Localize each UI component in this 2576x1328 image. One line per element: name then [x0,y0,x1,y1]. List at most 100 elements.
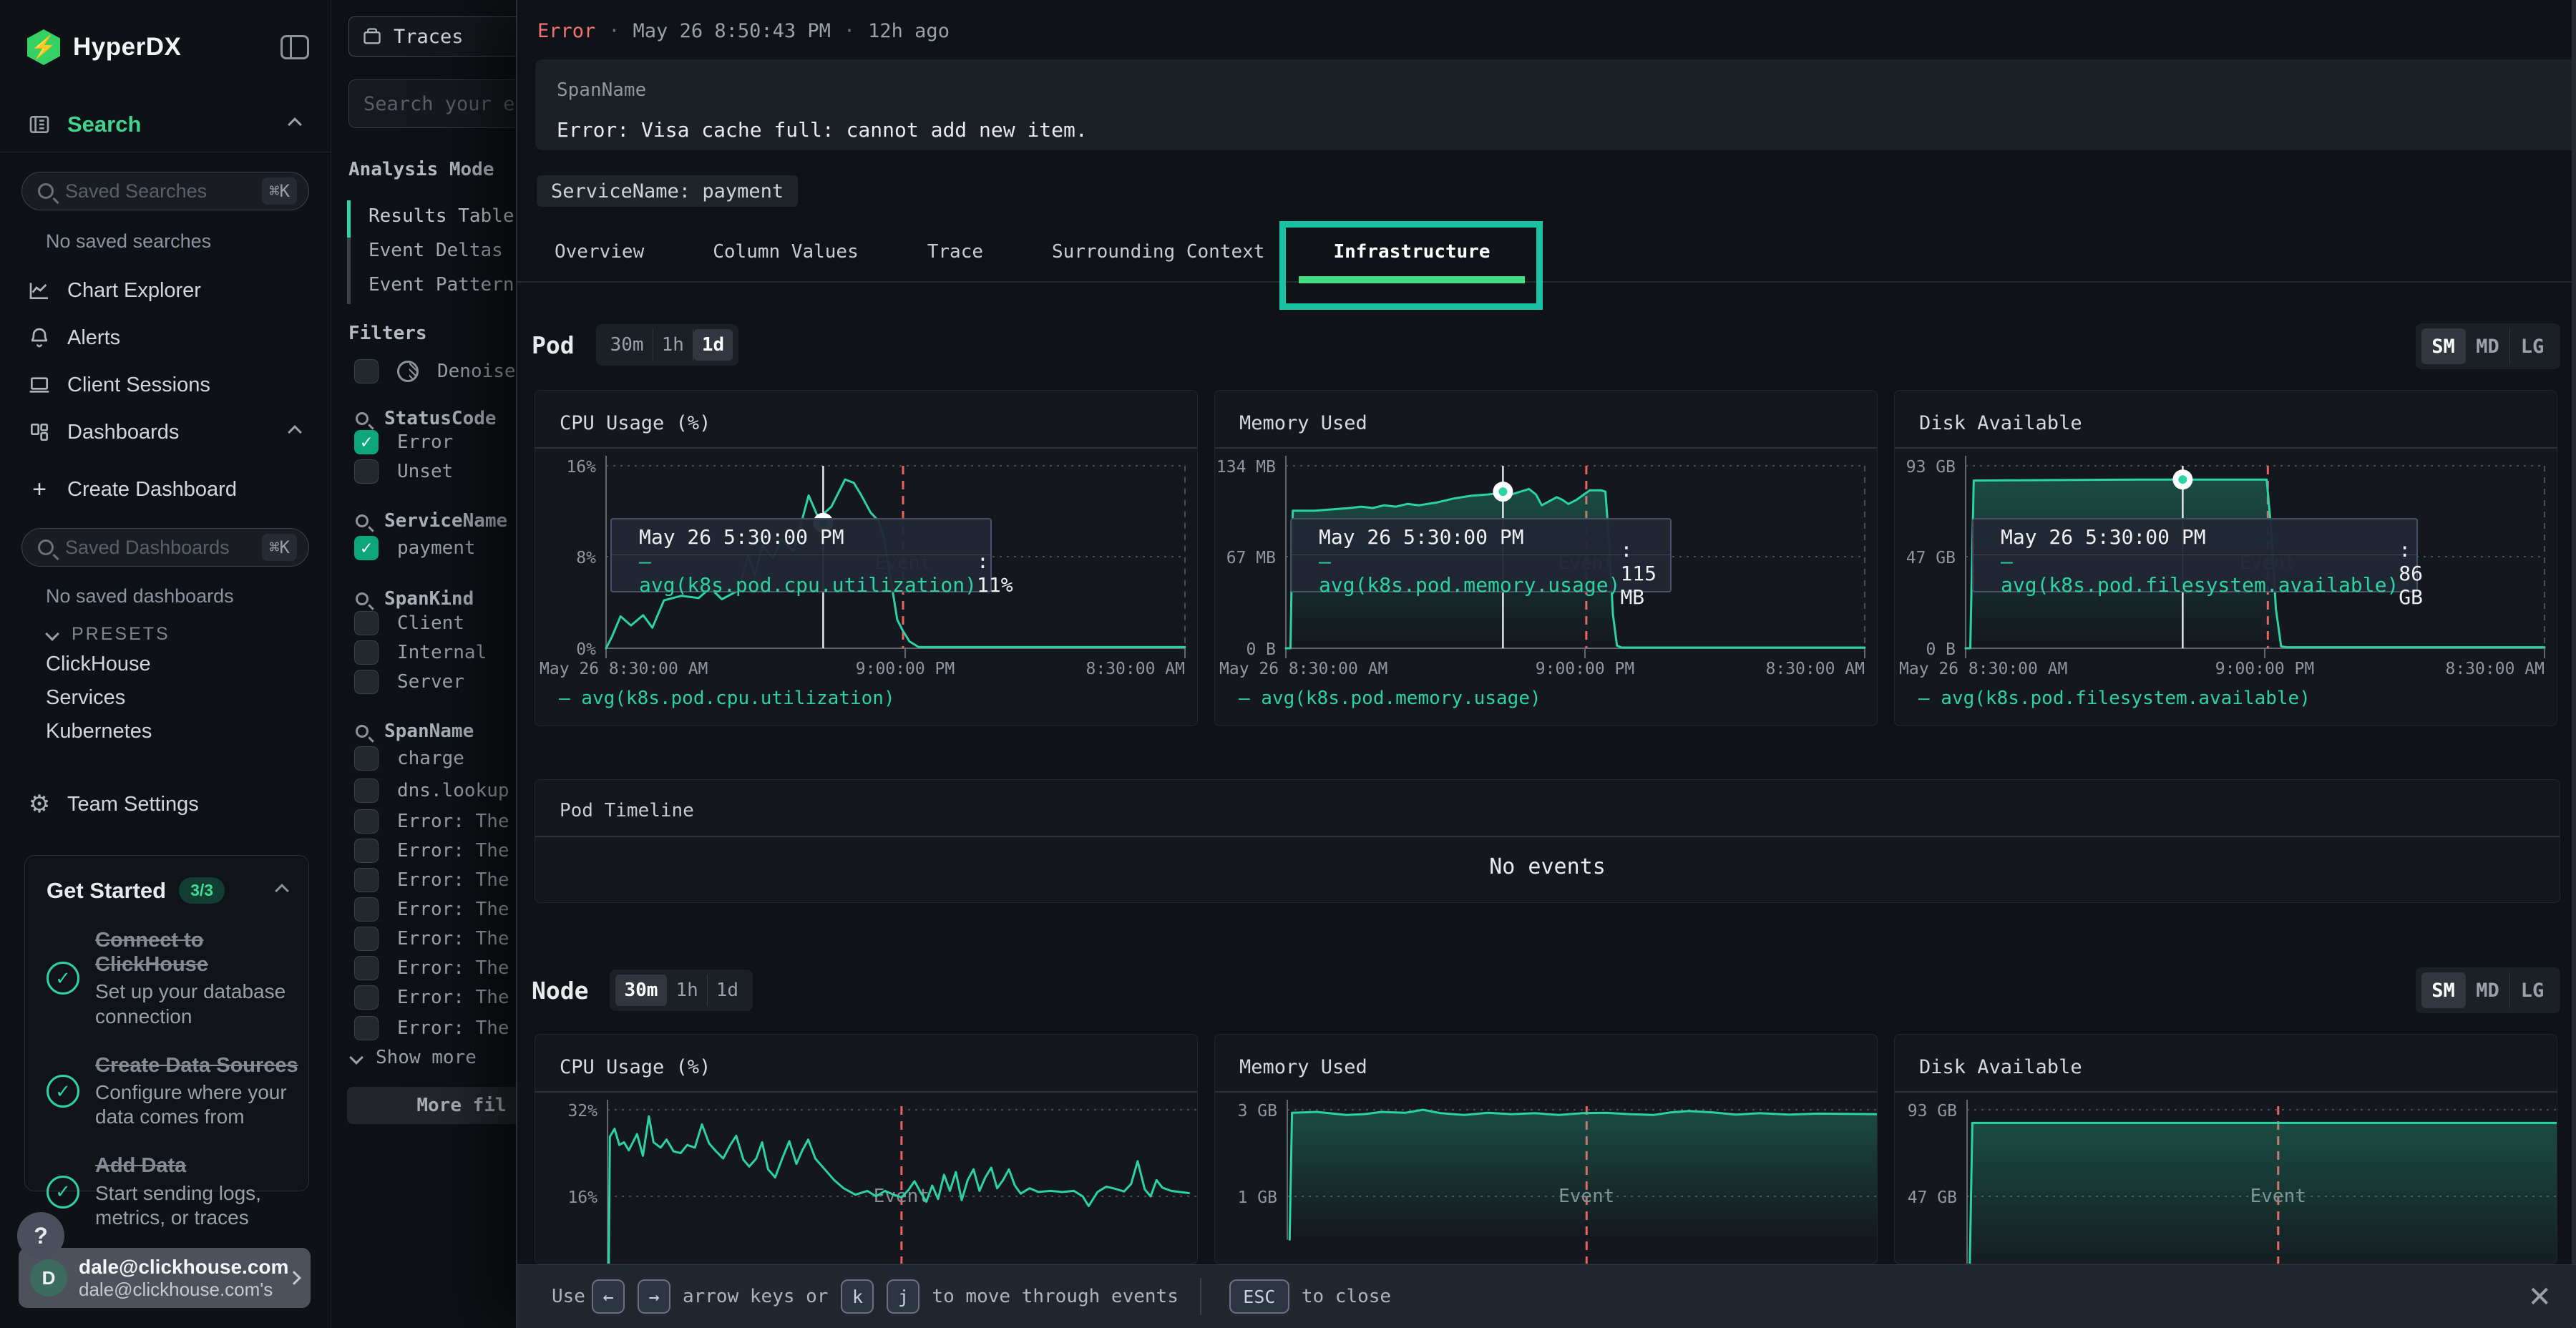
show-more-button[interactable]: Show more [351,1047,477,1068]
checkbox[interactable] [354,839,379,863]
preset-kubernetes[interactable]: Kubernetes [46,720,152,743]
arrow-left-key[interactable]: ← [592,1279,625,1314]
search-icon[interactable] [356,412,369,425]
filter-option[interactable]: Unset [354,459,453,484]
k-key[interactable]: k [841,1279,874,1314]
sidebar-item-alerts[interactable]: Alerts [0,322,331,353]
sidebar-item-team-settings[interactable]: ⚙ Team Settings [0,788,331,820]
filter-option[interactable]: Server [354,670,464,694]
sidebar-item-client-sessions[interactable]: Client Sessions [0,369,331,401]
more-filters-button[interactable]: More fil [347,1087,516,1124]
filter-option[interactable]: Error: The cr [354,868,516,892]
pod-cpu-chart-canvas[interactable]: 16%8%0%May 26 8:30:00 AM9:00:00 PM8:30:0… [535,391,1197,726]
node-size-md[interactable]: MD [2466,972,2510,1008]
pod-range-1h[interactable]: 1h [653,329,693,361]
chart-legend[interactable]: — avg(k8s.pod.cpu.utilization) [559,688,895,709]
filter-option[interactable]: Internal [354,640,487,665]
filter-option[interactable]: Error: The cr [354,927,516,951]
scrollbar[interactable] [2572,0,2576,1328]
chevron-up-icon[interactable] [288,425,302,439]
chart-legend[interactable]: — avg(k8s.pod.filesystem.available) [1918,688,2311,709]
tab-surrounding-context[interactable]: Surrounding Context [1018,221,1299,282]
checkbox-checked[interactable] [354,430,379,454]
filter-option[interactable]: charge [354,746,464,771]
get-started-item[interactable]: ✓ Add Data Start sending logs, metrics, … [47,1153,287,1230]
node-range-1h[interactable]: 1h [667,975,707,1006]
pod-range-1d[interactable]: 1d [693,329,733,361]
checkbox[interactable] [354,868,379,892]
get-started-item[interactable]: ✓ Create Data Sources Configure where yo… [47,1053,287,1130]
pod-size-sm[interactable]: SM [2421,328,2466,364]
create-dashboard-button[interactable]: + Create Dashboard [0,474,331,505]
help-button[interactable]: ? [17,1212,64,1259]
filter-option[interactable]: Error: The cr [354,1016,516,1040]
filter-option[interactable]: Error: The cr [354,809,516,834]
checkbox[interactable] [354,640,379,665]
checkbox[interactable] [354,670,379,694]
filter-option[interactable]: Error: The cr [354,839,516,863]
mode-event-deltas[interactable]: Event Deltas [369,240,503,261]
get-started-item[interactable]: ✓ Connect to ClickHouse Set up your data… [47,928,287,1029]
filter-option[interactable]: Client [354,611,464,635]
sidebar-item-dashboards[interactable]: Dashboards [0,416,331,448]
checkbox[interactable] [354,746,379,771]
j-key[interactable]: j [887,1279,919,1314]
node-size-sm[interactable]: SM [2421,972,2466,1008]
checkbox[interactable] [354,897,379,922]
filter-option[interactable]: Error [354,430,453,454]
tab-column-values[interactable]: Column Values [678,221,893,282]
denoise-filter-row[interactable]: Denoise Re [354,359,516,384]
node-size-lg[interactable]: LG [2510,972,2555,1008]
checkbox[interactable] [354,956,379,980]
preset-clickhouse[interactable]: ClickHouse [46,653,151,676]
checkbox[interactable] [354,1016,379,1040]
saved-dashboards-input[interactable]: Saved Dashboards ⌘K [21,528,309,567]
sidebar-item-search[interactable]: Search [0,109,331,140]
hyperdx-logo-icon[interactable]: ⚡ [27,29,60,65]
brand-name[interactable]: HyperDX [73,33,181,62]
search-icon[interactable] [356,592,369,605]
tab-infrastructure[interactable]: Infrastructure [1299,221,1524,282]
pod-range-30m[interactable]: 30m [602,329,653,361]
preset-services[interactable]: Services [46,686,125,710]
presets-toggle[interactable]: PRESETS [0,618,331,650]
sidebar-collapse-icon[interactable] [280,35,309,59]
arrow-right-key[interactable]: → [638,1279,670,1314]
mode-event-patterns[interactable]: Event Patterns [369,274,516,296]
close-icon[interactable]: ✕ [2527,1281,2552,1314]
checkbox[interactable] [354,459,379,484]
pod-size-lg[interactable]: LG [2510,328,2555,364]
checkbox[interactable] [354,778,379,803]
sidebar-item-chart-explorer[interactable]: Chart Explorer [0,275,331,306]
source-select[interactable]: Traces [348,16,516,57]
checkbox[interactable] [354,611,379,635]
pod-memory-chart-canvas[interactable]: 134 MB67 MB0 BMay 26 8:30:00 AM9:00:00 P… [1215,391,1877,726]
esc-key[interactable]: ESC [1229,1279,1289,1314]
mode-results-table[interactable]: Results Table [369,205,514,227]
pod-disk-chart-canvas[interactable]: 93 GB47 GB0 BMay 26 8:30:00 AM9:00:00 PM… [1895,391,2557,726]
tab-trace[interactable]: Trace [893,221,1018,282]
chart-legend[interactable]: — avg(k8s.pod.memory.usage) [1239,688,1541,709]
search-icon[interactable] [356,725,369,738]
filter-option[interactable]: Error: The cr [354,897,516,922]
chevron-up-icon[interactable] [275,884,289,898]
node-range-1d[interactable]: 1d [708,975,747,1006]
checkbox[interactable] [354,927,379,951]
filter-option[interactable]: payment [354,536,476,560]
service-name-tag[interactable]: ServiceName: payment [537,175,798,207]
checkbox[interactable] [354,809,379,834]
event-search-input[interactable]: Search your ev [348,79,516,128]
checkbox[interactable] [354,985,379,1010]
tab-overview[interactable]: Overview [520,221,678,282]
node-range-30m[interactable]: 30m [615,975,667,1006]
saved-searches-input[interactable]: Saved Searches ⌘K [21,172,309,210]
checkbox[interactable] [354,359,379,384]
chevron-up-icon[interactable] [288,117,302,132]
filter-option[interactable]: dns.lookup [354,778,509,803]
user-profile-button[interactable]: D dale@clickhouse.com dale@clickhouse.co… [19,1248,311,1308]
filter-option[interactable]: Error: The cr [354,956,516,980]
filter-option[interactable]: Error: The cr [354,985,516,1010]
checkbox-checked[interactable] [354,536,379,560]
pod-size-md[interactable]: MD [2466,328,2510,364]
search-icon[interactable] [356,514,369,527]
